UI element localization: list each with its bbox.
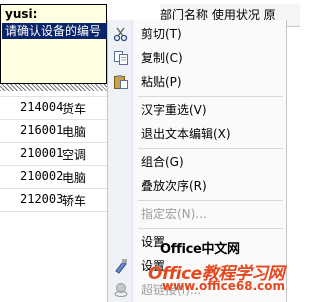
menu-item-label: 复制(C) [141,51,183,65]
menu-item-assign-macro[interactable]: 指定宏(N)... [108,202,286,226]
menu-item-order[interactable]: 叠放次序(R) [108,174,286,198]
menu-separator [138,200,283,201]
menu-item-hanzi-reselect[interactable]: 汉字重选(V) [108,98,286,122]
cell-name[interactable]: 空调 [62,146,86,163]
menu-item-label: 指定宏(N)... [141,207,207,221]
comment-border-hatch[interactable] [0,84,108,91]
watermark-url: www.office68.com [162,279,286,293]
cell-code[interactable]: 214004 [20,100,63,114]
menu-separator [138,228,283,229]
menu-item-group[interactable]: 组合(G) [108,150,286,174]
menu-item-label: 剪切(T) [141,27,182,41]
cell-code[interactable]: 212003 [20,192,63,206]
comment-text-selected[interactable]: 请确认设备的编号 [2,23,107,39]
cell-name[interactable]: 电脑 [62,169,86,186]
cell-comment-box[interactable]: yusi: 请确认设备的编号 [0,4,107,84]
menu-item-label: 叠放次序(R) [141,179,207,193]
cell-code[interactable]: 210001 [20,146,63,160]
scissors-icon [113,26,129,42]
copy-icon [113,50,129,66]
cell-name[interactable]: 轿车 [62,192,86,209]
menu-item-label: 组合(G) [141,155,184,169]
menu-separator [138,148,283,149]
row-divider [0,211,120,212]
cell-name[interactable]: 电脑 [62,123,86,140]
hyperlink-icon [113,282,129,298]
menu-item-exit-text-edit[interactable]: 退出文本编辑(X) [108,122,286,146]
menu-item-label: 退出文本编辑(X) [141,127,231,141]
menu-item-label: 汉字重选(V) [141,103,207,117]
menu-item-copy[interactable]: 复制(C) [108,46,286,70]
format-icon [113,258,129,274]
cell-code[interactable]: 216001 [20,123,63,137]
comment-author: yusi: [5,7,38,21]
menu-item-cut[interactable]: 剪切(T) [108,22,286,46]
cell-code[interactable]: 210002 [20,169,63,183]
paste-icon [113,74,129,90]
menu-separator [138,96,283,97]
menu-item-paste[interactable]: 粘贴(P) [108,70,286,94]
cell-name[interactable]: 货车 [62,100,86,117]
menu-item-label: 粘贴(P) [141,75,182,89]
watermark-logo-text: Office中文网 [160,242,240,257]
